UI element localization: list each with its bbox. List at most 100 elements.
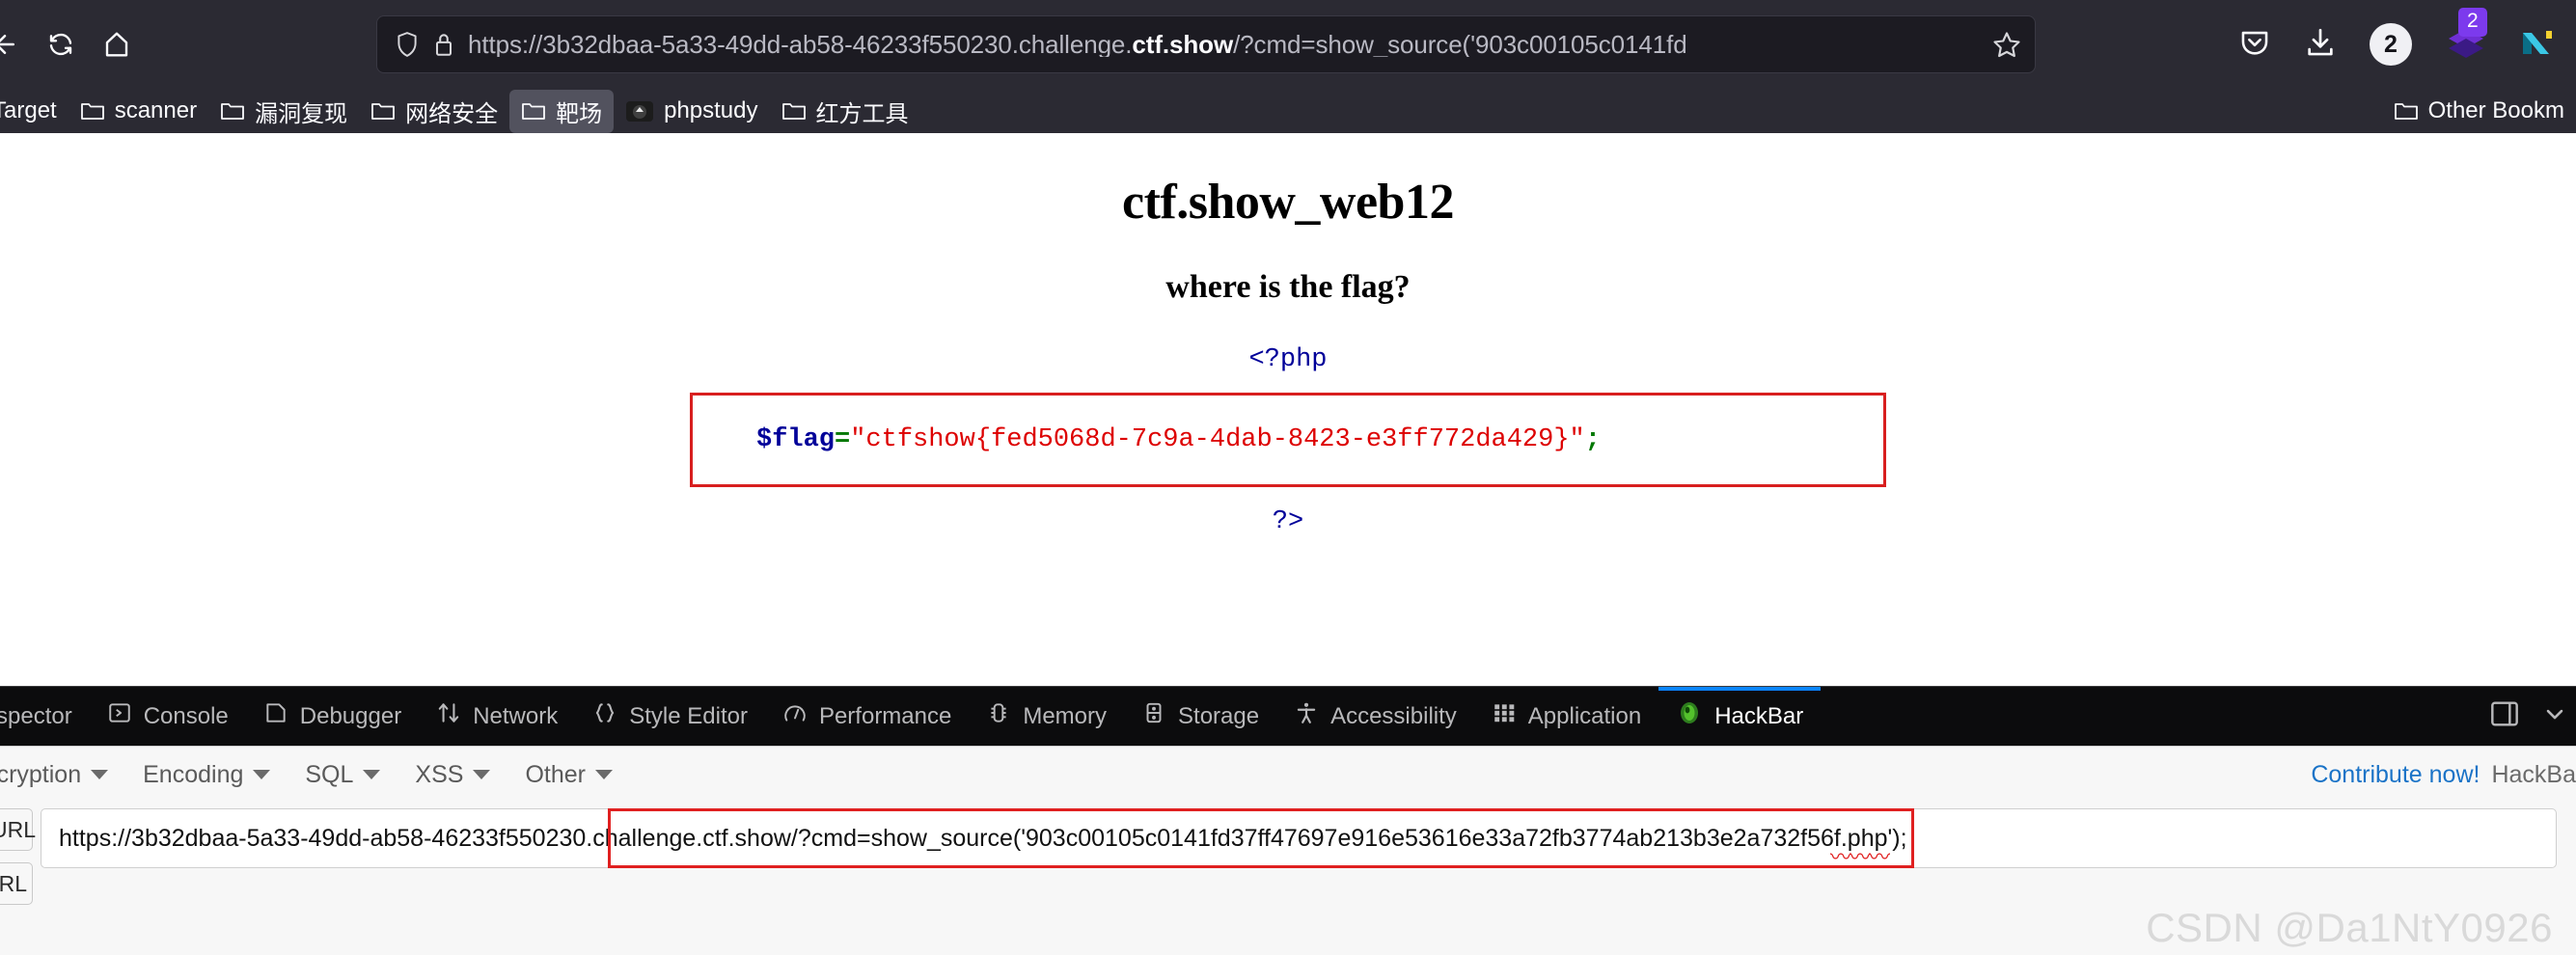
devtools-tab-label: Application: [1527, 702, 1642, 729]
chevron-down-icon: [253, 770, 271, 779]
bookmark-item-redteam-tools[interactable]: 红方工具: [770, 90, 920, 133]
bookmark-label: 网络安全: [405, 100, 499, 127]
hackbar-body: ad URL lit URL https://3b32dbaa-5a33-49d…: [0, 803, 2576, 905]
account-badge-count: 2: [2370, 23, 2412, 66]
bookmark-item-network-security[interactable]: 网络安全: [359, 90, 509, 133]
pocket-button[interactable]: [2238, 26, 2271, 64]
folder-icon: [2394, 100, 2419, 122]
braces-icon: [592, 700, 617, 732]
chevron-down-icon: [91, 770, 109, 779]
split-url-button[interactable]: lit URL: [0, 862, 33, 905]
bookmark-item-range[interactable]: 靶场: [509, 89, 615, 133]
bookmark-item-target[interactable]: Target: [0, 93, 69, 129]
php-operator-token: =: [835, 424, 851, 454]
devtools-tab-console[interactable]: Console: [90, 687, 246, 746]
reload-button[interactable]: [33, 16, 89, 72]
devtools-tab-inspector[interactable]: Inspector: [0, 687, 90, 746]
hackbar-menu-label: Encoding: [143, 760, 244, 788]
downloads-button[interactable]: [2304, 26, 2337, 64]
php-semicolon-token: ;: [1584, 424, 1601, 454]
console-prompt-icon: [107, 700, 132, 732]
other-bookmarks-label: Other Bookm: [2427, 97, 2564, 123]
home-button[interactable]: [89, 16, 145, 72]
bookmark-item-phpstudy[interactable]: phpstudy: [614, 93, 769, 129]
folder-icon: [781, 100, 807, 122]
devtools-tab-style-editor[interactable]: Style Editor: [575, 687, 765, 746]
address-bar[interactable]: https://3b32dbaa-5a33-49dd-ab58-46233f55…: [376, 15, 2036, 73]
devtools-tab-hackbar[interactable]: HackBar: [1658, 687, 1822, 746]
other-bookmarks-container: Other Bookm: [2382, 89, 2576, 133]
bookmark-item-vuln-recurrence[interactable]: 漏洞复现: [208, 90, 359, 133]
devtools-tab-debugger[interactable]: Debugger: [246, 687, 419, 746]
bookmark-item-scanner[interactable]: scanner: [69, 93, 208, 129]
flag-code-line: $flag="ctfshow{fed5068d-7c9a-4dab-8423-e…: [693, 425, 1601, 454]
hackbar-menu-other[interactable]: Other: [511, 757, 626, 793]
n-logo-icon: [2520, 25, 2555, 65]
phpstudy-icon: [625, 98, 654, 123]
network-arrows-icon: [436, 700, 461, 732]
hackbar-url-field-container: https://3b32dbaa-5a33-49dd-ab58-46233f55…: [33, 808, 2576, 868]
shield-icon[interactable]: [395, 31, 420, 58]
extension-layers-button[interactable]: 2: [2445, 7, 2487, 67]
chevron-down-icon[interactable]: [2541, 700, 2568, 732]
n-logo-button[interactable]: [2520, 25, 2555, 65]
devtools-tab-label: Style Editor: [629, 702, 748, 729]
flag-highlight-box: $flag="ctfshow{fed5068d-7c9a-4dab-8423-e…: [690, 392, 1886, 487]
star-icon[interactable]: [1992, 30, 2021, 59]
watermark-text: CSDN @Da1NtY0926: [2146, 905, 2553, 950]
pocket-icon: [2238, 26, 2271, 64]
bookmarks-bar: Target scanner 漏洞复现: [0, 89, 2576, 133]
devtools-tab-label: Storage: [1178, 702, 1260, 729]
home-icon: [102, 30, 131, 59]
browser-chrome: https://3b32dbaa-5a33-49dd-ab58-46233f55…: [0, 0, 2576, 133]
hackbar-menu-sql[interactable]: SQL: [291, 757, 394, 793]
page-title: ctf.show_web12: [1122, 175, 1454, 230]
bookmark-item-other-bookmarks[interactable]: Other Bookm: [2382, 93, 2576, 129]
devtools-tab-label: HackBar: [1714, 702, 1804, 729]
address-bar-url[interactable]: https://3b32dbaa-5a33-49dd-ab58-46233f55…: [468, 32, 1983, 57]
devtools-tab-accessibility[interactable]: Accessibility: [1276, 687, 1474, 746]
chevron-down-icon: [473, 770, 491, 779]
back-button[interactable]: [0, 16, 33, 72]
contribute-link[interactable]: Contribute now!: [2311, 761, 2480, 789]
devtools-tab-label: Inspector: [0, 702, 72, 729]
devtools-tab-application[interactable]: Application: [1474, 687, 1658, 746]
folder-icon: [220, 100, 245, 122]
devtools-tab-memory[interactable]: Memory: [969, 687, 1124, 746]
devtools-tab-performance[interactable]: Performance: [765, 687, 969, 746]
address-bar-container[interactable]: https://3b32dbaa-5a33-49dd-ab58-46233f55…: [376, 15, 2036, 73]
hackbar-menu-xss[interactable]: XSS: [401, 757, 504, 793]
devtools-toolbar: Inspector Console Debugger Network: [0, 686, 2576, 746]
bookmark-label: 红方工具: [815, 100, 909, 127]
hackbar-contribute-area: Contribute now! HackBa: [2311, 747, 2576, 803]
hackbar-menu-label: Encryption: [0, 760, 82, 788]
contribute-suffix-text: HackBa: [2491, 760, 2576, 788]
page-subtitle: where is the flag?: [1165, 269, 1411, 305]
memory-chip-icon: [986, 700, 1011, 732]
load-url-button[interactable]: ad URL: [0, 808, 36, 851]
padlock-icon[interactable]: [433, 31, 454, 58]
php-close-tag: ?>: [1272, 506, 1304, 536]
hackbar-menu-encoding[interactable]: Encoding: [129, 757, 284, 793]
hackbar-logo-icon: [1676, 699, 1703, 733]
php-string-token: "ctfshow{fed5068d-7c9a-4dab-8423-e3ff772…: [850, 424, 1585, 454]
download-arrow-icon: [2304, 26, 2337, 64]
extension-badge-count: 2: [2458, 7, 2487, 37]
hackbar-menu-label: XSS: [415, 760, 464, 788]
database-icon: [1141, 700, 1166, 732]
dock-to-side-icon[interactable]: [2489, 699, 2520, 733]
account-button[interactable]: 2: [2370, 23, 2412, 66]
devtools-tab-label: Console: [143, 702, 229, 729]
folder-icon: [521, 100, 546, 122]
hackbar-menu-encryption[interactable]: Encryption: [0, 757, 122, 793]
reload-icon: [46, 30, 75, 59]
devtools-tab-storage[interactable]: Storage: [1124, 687, 1276, 746]
web-page-content: ctf.show_web12 where is the flag? <?php …: [0, 133, 2576, 686]
hackbar-side-buttons: ad URL lit URL: [0, 808, 36, 905]
devtools-tab-label: Accessibility: [1330, 702, 1457, 729]
toolbar-right-icons: 2 2: [2238, 7, 2568, 73]
hackbar-url-input[interactable]: https://3b32dbaa-5a33-49dd-ab58-46233f55…: [41, 808, 2557, 868]
devtools-tab-label: Performance: [818, 702, 952, 729]
devtools-tab-network[interactable]: Network: [419, 687, 575, 746]
gauge-icon: [782, 700, 808, 732]
